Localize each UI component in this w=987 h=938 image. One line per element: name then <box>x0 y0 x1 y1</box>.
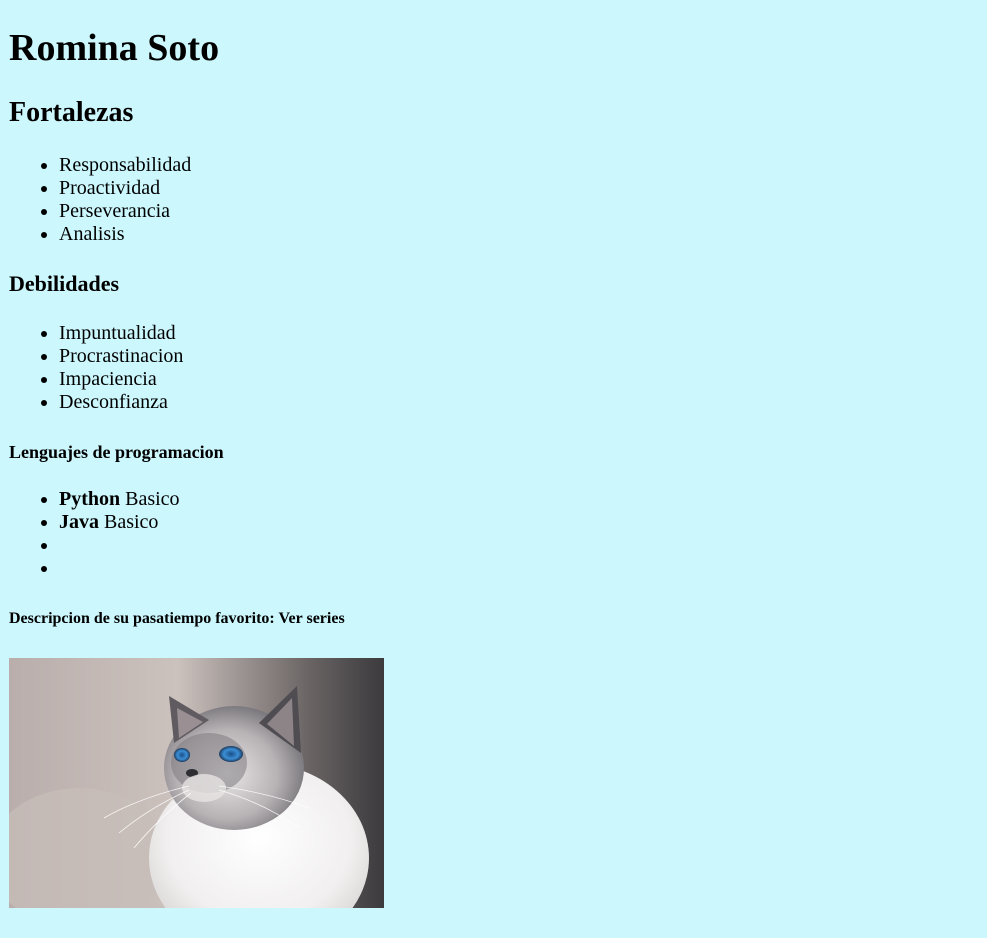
strengths-list: Responsabilidad Proactividad Perseveranc… <box>9 154 978 246</box>
weaknesses-list: Impuntualidad Procrastinacion Impacienci… <box>9 322 978 414</box>
language-level: Basico <box>125 488 180 510</box>
strengths-heading: Fortalezas <box>9 97 134 128</box>
weaknesses-heading: Debilidades <box>9 271 120 296</box>
language-level: Basico <box>104 511 159 533</box>
list-item <box>59 534 978 557</box>
language-name: Python <box>59 488 121 510</box>
hobby-description: Descripcion de su pasatiempo favorito: V… <box>9 610 345 627</box>
list-item: Analisis <box>59 223 978 246</box>
page-title: Romina Soto <box>9 27 220 69</box>
list-item: Procrastinacion <box>59 345 978 368</box>
list-item: Java Basico <box>59 511 978 534</box>
cat-image <box>9 658 384 908</box>
list-item: Impuntualidad <box>59 322 978 345</box>
list-item: Python Basico <box>59 488 978 511</box>
language-name: Java <box>59 511 99 533</box>
list-item: Perseverancia <box>59 200 978 223</box>
list-item: Impaciencia <box>59 368 978 391</box>
list-item: Responsabilidad <box>59 154 978 177</box>
list-item: Proactividad <box>59 177 978 200</box>
list-item <box>59 557 978 580</box>
list-item: Desconfianza <box>59 391 978 414</box>
languages-list: Python Basico Java Basico <box>9 488 978 580</box>
languages-heading: Lenguajes de programacion <box>9 442 224 462</box>
